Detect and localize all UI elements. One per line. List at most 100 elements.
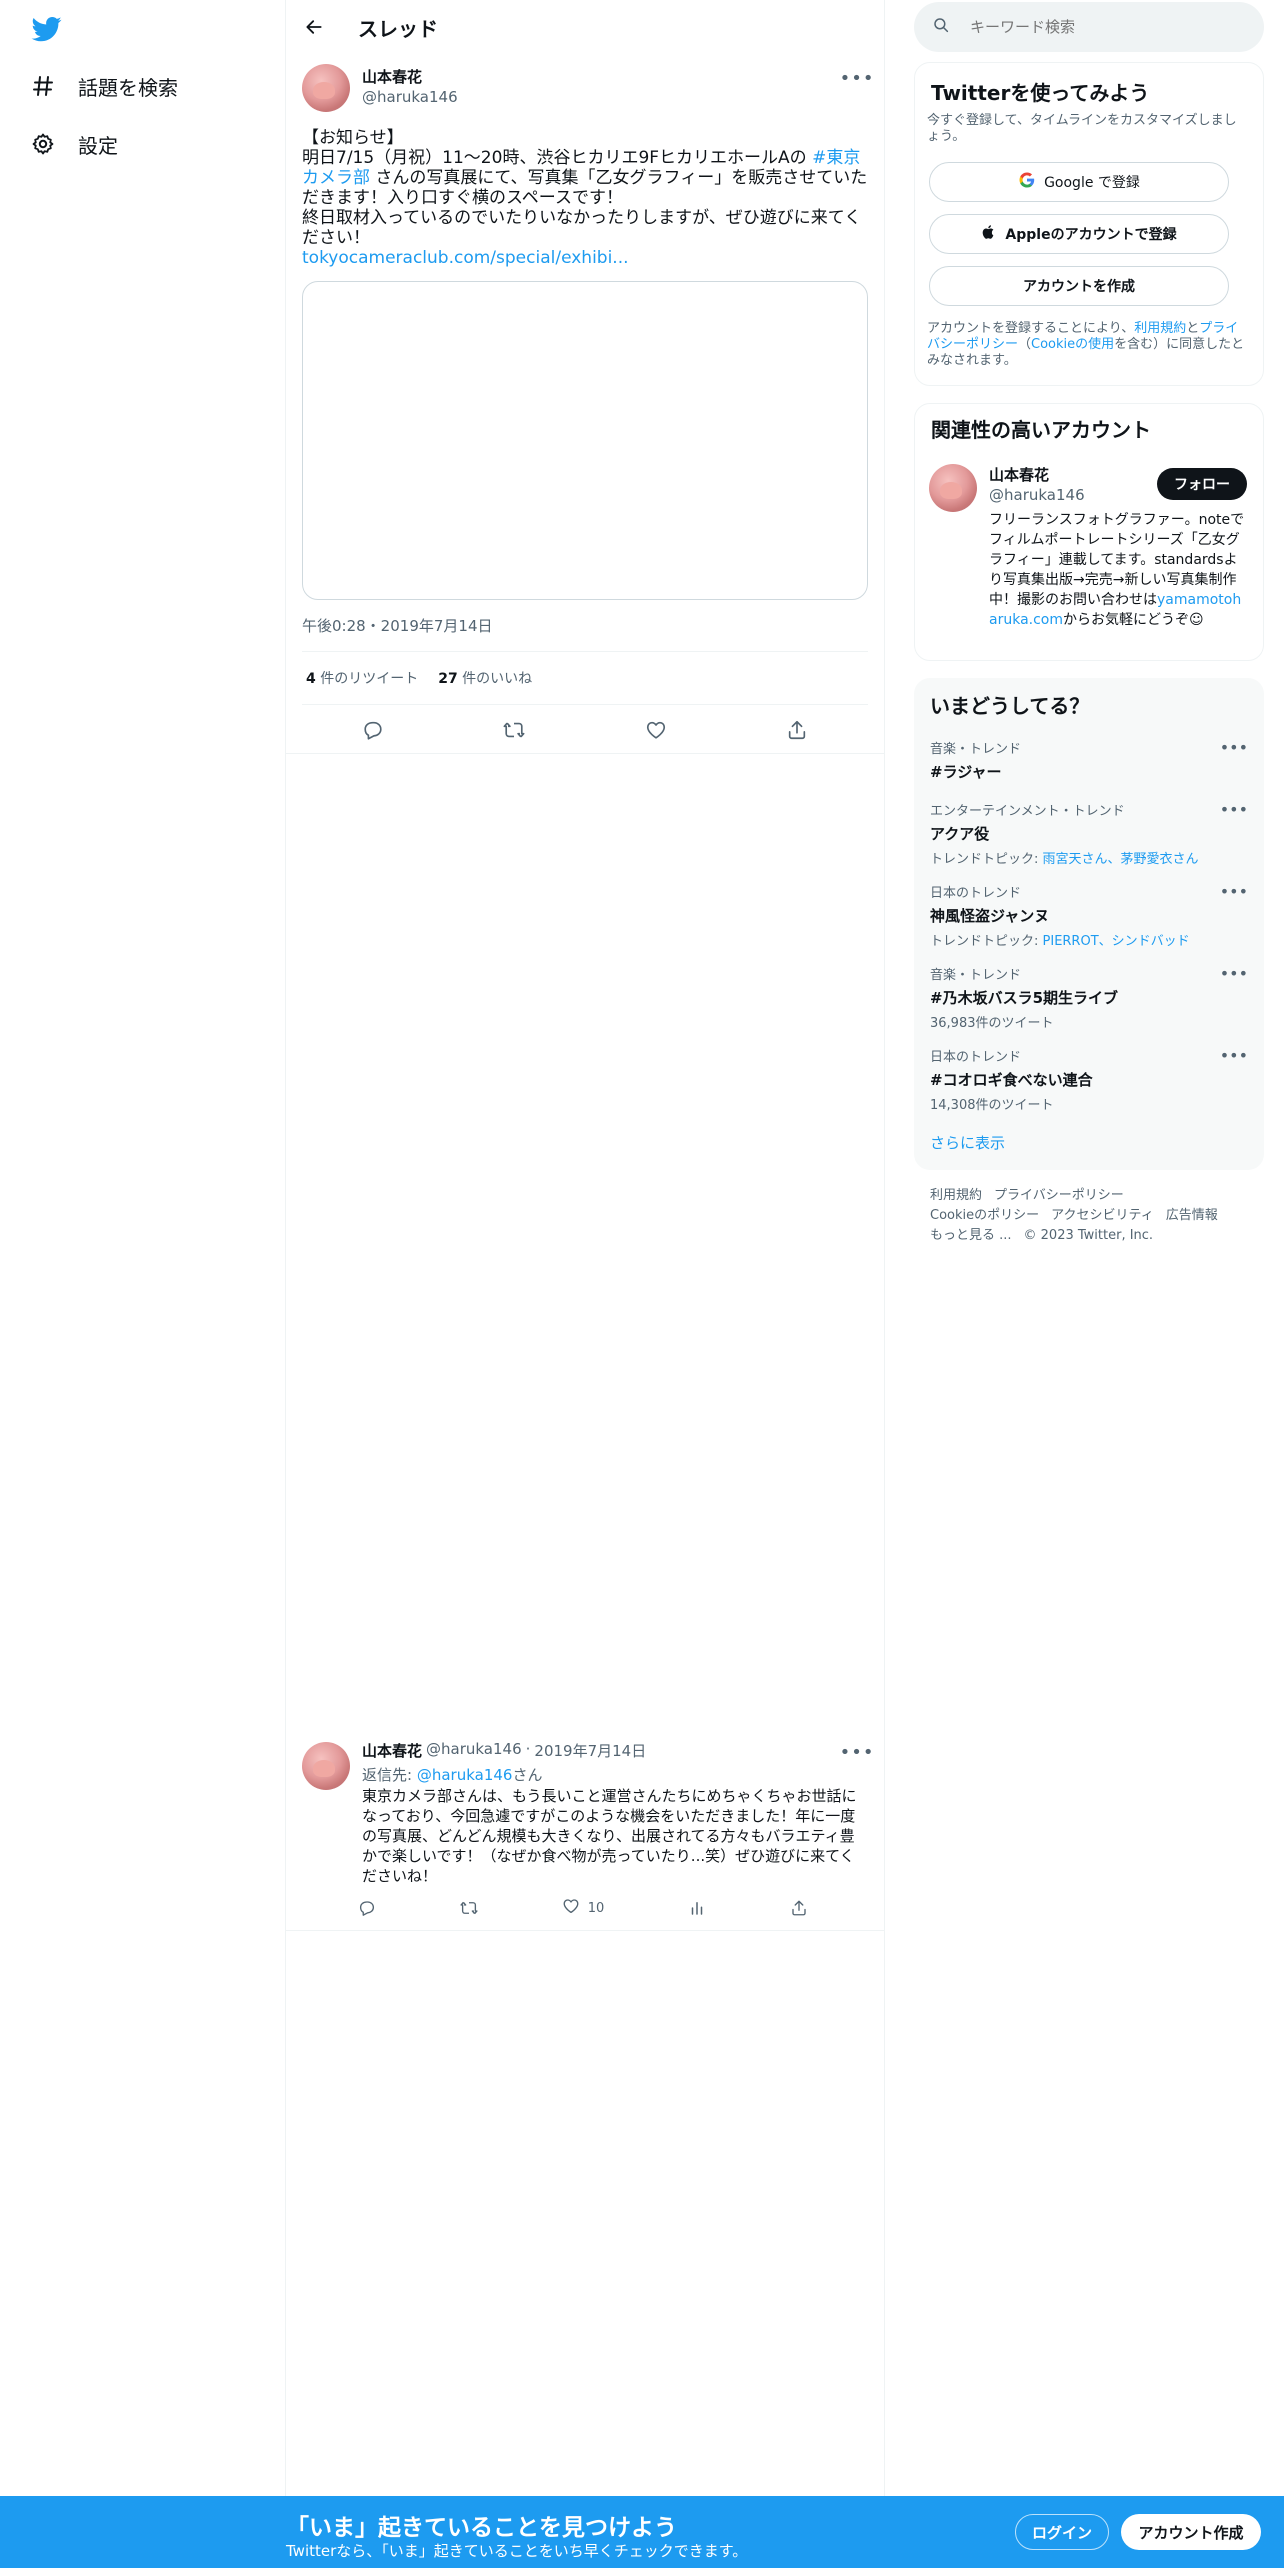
author-handle[interactable]: @haruka146 — [362, 88, 458, 106]
reply-share-icon[interactable] — [780, 1891, 818, 1925]
retweet-stat[interactable]: 4 件のリツイート — [306, 668, 418, 688]
related-handle[interactable]: @haruka146 — [989, 486, 1085, 504]
trend-topics-label: トレンドトピック: — [930, 934, 1043, 949]
trend-more-icon[interactable]: ••• — [1220, 800, 1248, 819]
apple-icon — [981, 223, 997, 245]
legal-text-1: アカウントを登録することにより、 — [927, 321, 1135, 336]
trend-item[interactable]: エンターテインメント・トレンド アクア役 トレンドトピック: 雨宮天さん、茅野愛… — [930, 800, 1248, 867]
footer-accessibility[interactable]: アクセシビリティ — [1051, 1208, 1154, 1223]
external-link[interactable]: tokyocameraclub.com/special/exhibi... — [302, 248, 629, 268]
footer-links: 利用規約 プライバシーポリシー Cookieのポリシー アクセシビリティ 広告情報 も… — [930, 1186, 1230, 1246]
tweet-text: 【お知らせ】 明日7/15（月祝）11〜20時、渋谷ヒカリエ9FヒカリエホールA… — [302, 128, 868, 248]
reply-to-suffix: さん — [512, 1766, 543, 1784]
trend-more-icon[interactable]: ••• — [1220, 964, 1248, 983]
trend-item[interactable]: 音楽・トレンド #ラジャー ••• — [930, 738, 1248, 782]
nav-explore-label: 話題を検索 — [78, 75, 178, 100]
follow-button[interactable]: フォロー — [1157, 468, 1247, 500]
tweet-stats: 4 件のリツイート 27 件のいいね — [306, 668, 532, 688]
trend-item[interactable]: 日本のトレンド 神風怪盗ジャンヌ トレンドトピック: PIERROT、シンドバッ… — [930, 882, 1248, 949]
author-name[interactable]: 山本春花 — [362, 66, 422, 87]
footer-privacy[interactable]: プライバシーポリシー — [994, 1188, 1124, 1203]
show-more-link[interactable]: さらに表示 — [930, 1132, 1005, 1153]
google-icon — [1018, 171, 1036, 193]
trends-panel: いまどうしてる？ 音楽・トレンド #ラジャー ••• エンターテインメント・トレ… — [914, 678, 1264, 1170]
trend-topics: トレンドトピック: PIERROT、シンドバッド — [930, 930, 1248, 949]
reply-reply-icon[interactable] — [348, 1891, 386, 1925]
retweet-icon[interactable] — [497, 713, 531, 747]
footer-cookie[interactable]: Cookieのポリシー — [930, 1208, 1039, 1223]
share-icon[interactable] — [780, 713, 814, 747]
trend-name: #ラジャー — [930, 763, 1002, 781]
trend-category: 日本のトレンド — [930, 1050, 1022, 1065]
divider-right — [884, 0, 885, 2500]
page-title: スレッド — [358, 17, 438, 41]
trend-count: 36,983件のツイート — [930, 1016, 1054, 1031]
trend-name: #コオロギ食べない連合 — [930, 1071, 1093, 1089]
terms-link[interactable]: 利用規約 — [1134, 321, 1186, 336]
trend-topics: トレンドトピック: 雨宮天さん、茅野愛衣さん — [930, 848, 1248, 867]
signup-subtitle: 今すぐ登録して、タイムラインをカスタマイズしましょう。 — [927, 113, 1237, 144]
reply-date[interactable]: 2019年7月14日 — [534, 1740, 646, 1761]
gear-icon — [30, 131, 56, 157]
signup-button[interactable]: アカウント作成 — [1121, 2514, 1261, 2550]
bottom-bar-title: 「いま」起きていることを見つけよう — [286, 2515, 677, 2541]
avatar[interactable] — [302, 64, 350, 112]
trend-more-icon[interactable]: ••• — [1220, 882, 1248, 901]
retweet-label: 件のリツイート — [320, 671, 419, 687]
twitter-logo-icon[interactable] — [30, 14, 64, 44]
trend-name: アクア役 — [930, 825, 990, 843]
left-nav: 話題を検索 設定 — [0, 0, 285, 2500]
back-arrow-icon[interactable] — [298, 11, 330, 43]
related-title: 関連性の高いアカウント — [931, 418, 1151, 442]
nav-settings[interactable]: 設定 — [30, 122, 118, 166]
related-avatar[interactable] — [929, 464, 977, 512]
nav-explore[interactable]: 話題を検索 — [30, 64, 178, 108]
login-button[interactable]: ログイン — [1015, 2514, 1109, 2550]
tweet-timestamp[interactable]: 午後0:28・2019年7月14日 — [302, 615, 493, 636]
trend-category: 日本のトレンド — [930, 886, 1022, 901]
footer-ads[interactable]: 広告情報 — [1166, 1208, 1218, 1223]
link-card[interactable] — [302, 281, 868, 600]
like-stat[interactable]: 27 件のいいね — [438, 668, 532, 688]
trend-topics-links[interactable]: PIERROT、シンドバッド — [1043, 934, 1190, 949]
apple-signup-button[interactable]: Appleのアカウントで登録 — [929, 214, 1229, 254]
legal-text-2: と — [1186, 321, 1200, 336]
related-accounts-panel: 関連性の高いアカウント 山本春花 @haruka146 フリーランスフォトグラフ… — [914, 403, 1264, 661]
reply-like-icon — [562, 1897, 580, 1919]
like-count: 27 — [438, 671, 458, 687]
main-column: スレッド 山本春花 @haruka146 ••• 【お知らせ】 明日7/15（月… — [286, 0, 884, 2500]
like-icon[interactable] — [639, 713, 673, 747]
create-account-button[interactable]: アカウントを作成 — [929, 266, 1229, 306]
reply-more-options-icon[interactable]: ••• — [840, 1742, 874, 1763]
tweet-text-suffix: さんの写真展にて、写真集「乙女グラフィー」を販売させていただきます！入り口すぐ横… — [302, 168, 868, 248]
trend-item[interactable]: 音楽・トレンド #乃木坂バスラ5期生ライブ 36,983件のツイート ••• — [930, 964, 1248, 1031]
footer-more[interactable]: もっと見る ... — [930, 1228, 1012, 1243]
trend-category: 音楽・トレンド — [930, 742, 1022, 757]
trend-more-icon[interactable]: ••• — [1220, 738, 1248, 757]
reply-author-handle[interactable]: @haruka146 — [426, 1740, 522, 1761]
reply-meta: 山本春花 @haruka146 · 2019年7月14日 — [362, 1740, 646, 1761]
search-box[interactable] — [914, 2, 1264, 52]
related-bio-text-2: からお気軽にどうぞ☺︎ — [1063, 612, 1204, 628]
more-options-icon[interactable]: ••• — [840, 68, 874, 89]
reply-author-name[interactable]: 山本春花 — [362, 1740, 422, 1761]
reply-like-button[interactable]: 10 — [552, 1891, 615, 1925]
trend-count: 14,308件のツイート — [930, 1098, 1054, 1113]
google-signup-button[interactable]: Google で登録 — [929, 162, 1229, 202]
search-input[interactable] — [970, 18, 1230, 36]
reply-analytics-icon[interactable] — [678, 1891, 716, 1925]
trend-more-icon[interactable]: ••• — [1220, 1046, 1248, 1065]
google-signup-label: Google で登録 — [1044, 175, 1140, 191]
signup-panel: Twitterを使ってみよう 今すぐ登録して、タイムラインをカスタマイズしましょ… — [914, 62, 1264, 386]
reply-icon[interactable] — [356, 713, 390, 747]
trend-topics-links[interactable]: 雨宮天さん、茅野愛衣さん — [1043, 852, 1199, 867]
reply-to-handle-link[interactable]: @haruka146 — [417, 1766, 513, 1784]
cookie-link[interactable]: Cookieの使用 — [1031, 337, 1114, 352]
reply-retweet-icon[interactable] — [450, 1891, 488, 1925]
trend-item[interactable]: 日本のトレンド #コオロギ食べない連合 14,308件のツイート ••• — [930, 1046, 1248, 1113]
reply-to-line: 返信先: @haruka146さん — [362, 1764, 542, 1785]
related-name[interactable]: 山本春花 — [989, 464, 1049, 485]
footer-terms[interactable]: 利用規約 — [930, 1188, 982, 1203]
reply-avatar[interactable] — [302, 1742, 350, 1790]
create-account-label: アカウントを作成 — [1023, 279, 1135, 295]
